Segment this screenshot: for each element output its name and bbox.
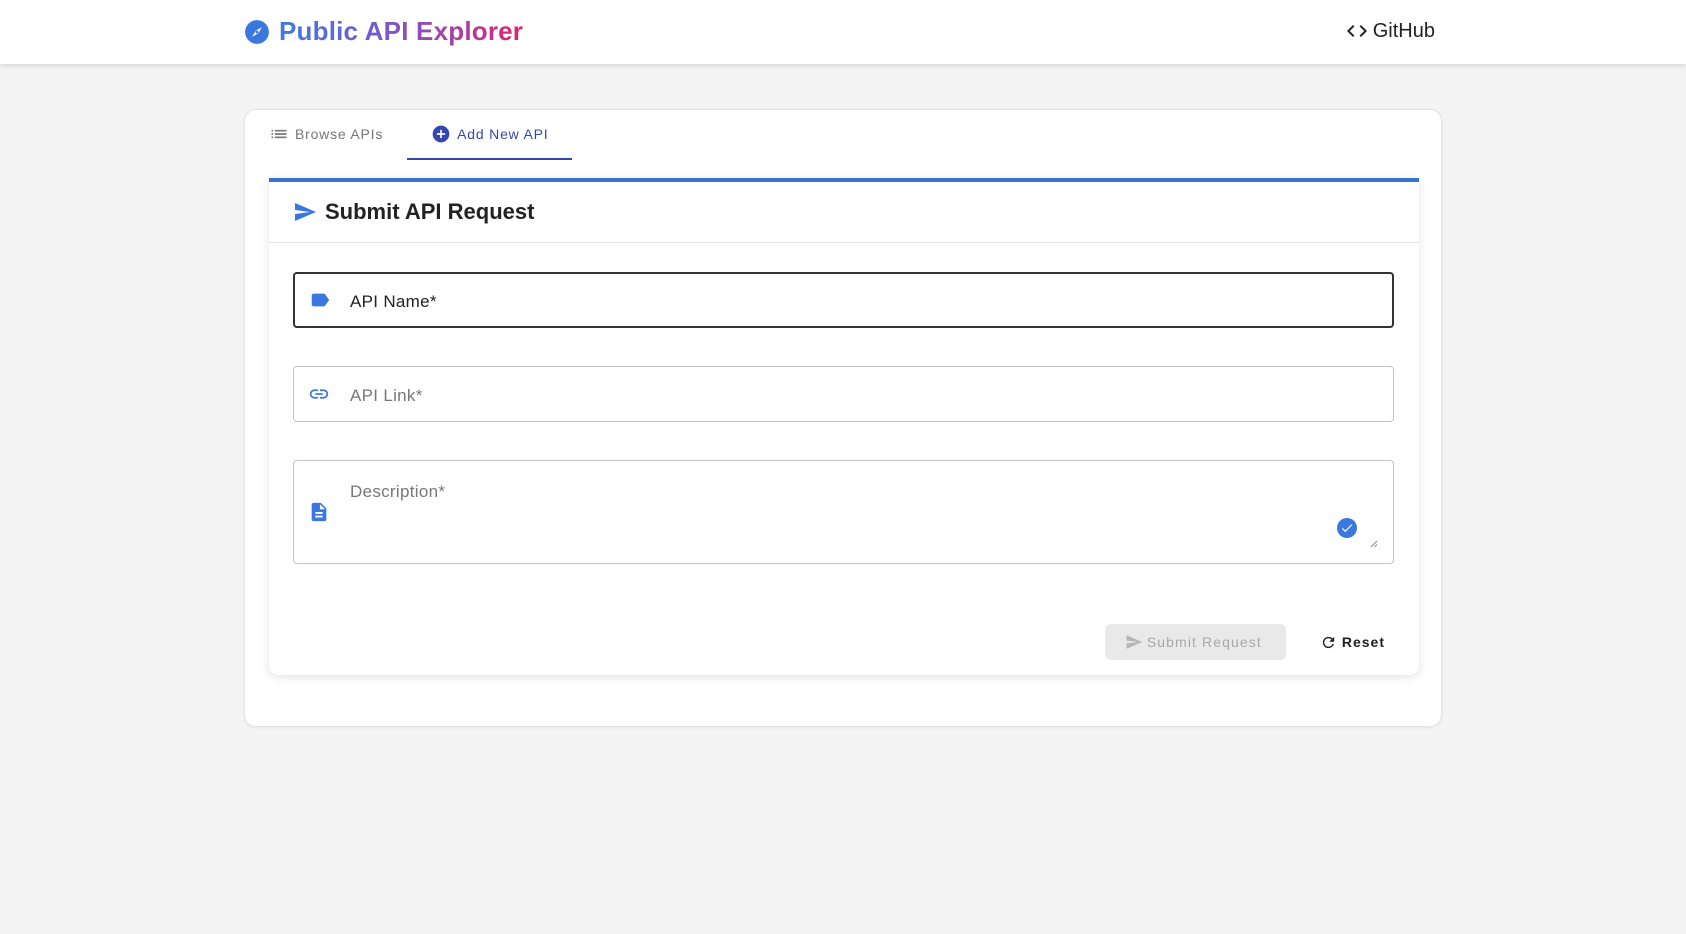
code-icon [1346,25,1367,37]
submit-request-button[interactable]: Submit Request [1104,624,1286,660]
reset-label: Reset [1341,634,1385,650]
github-link[interactable]: GitHub [1345,19,1435,43]
compass-icon [245,19,269,44]
api-link-label: API Link* [350,386,423,405]
submit-api-form: Submit API Request API Name* API Link* D… [269,178,1419,675]
resize-handle-icon[interactable] [1370,540,1378,548]
description-label: Description* [350,482,446,501]
tab-label: Add New API [457,126,549,142]
api-link-field[interactable]: API Link* [293,366,1394,422]
tab-bar: Browse APIs Add New API [269,110,573,160]
label-tag-icon [311,293,330,307]
tab-label: Browse APIs [295,126,384,142]
tab-browse-apis[interactable]: Browse APIs [269,110,407,158]
check-circle-icon [1337,518,1357,538]
document-icon [311,502,327,522]
github-label: GitHub [1372,19,1435,42]
add-circle-icon [432,125,450,143]
tab-add-new-api[interactable]: Add New API [407,110,573,160]
api-name-field[interactable]: API Name* [293,272,1394,328]
send-icon [1126,635,1143,649]
link-icon [309,389,329,399]
refresh-icon [1322,636,1335,648]
send-icon [295,203,316,221]
api-name-label: API Name* [350,292,437,311]
submit-label: Submit Request [1146,634,1262,650]
form-header: Submit API Request [269,182,1419,243]
list-icon [271,129,287,139]
description-field[interactable]: Description* [293,460,1394,564]
form-actions: Submit Request Reset [1104,624,1395,660]
app-bar: Public API Explorer GitHub [0,0,1686,64]
reset-button[interactable]: Reset [1310,624,1395,660]
app-title: Public API Explorer [279,16,524,46]
brand[interactable]: Public API Explorer [244,16,523,47]
form-title: Submit API Request [325,199,535,224]
main-card: Browse APIs Add New API Submit API Reque… [244,109,1442,727]
